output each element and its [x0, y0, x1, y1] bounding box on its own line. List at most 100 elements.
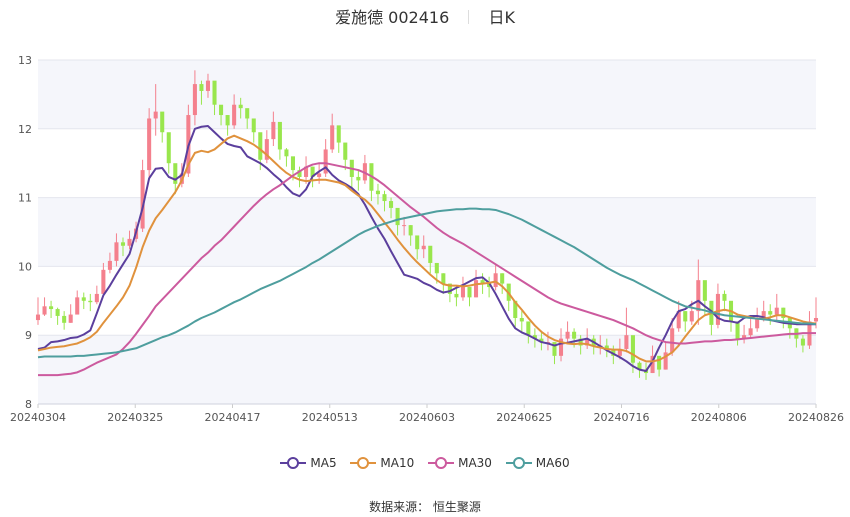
candle-body	[454, 293, 459, 298]
legend: MA5 MA10 MA30 MA60	[0, 456, 850, 473]
candle-body	[120, 242, 126, 246]
candle-body	[271, 121, 276, 140]
candle-body	[114, 242, 119, 261]
x-tick-label: 20240806	[691, 411, 747, 424]
candle-body	[500, 273, 505, 284]
candle-body	[212, 80, 217, 105]
legend-marker-ma5	[280, 456, 307, 470]
candle-body	[565, 331, 570, 339]
candlestick-chart: 8 9 10 11 12 13 20240304 20240325 20240417 202405…	[10, 54, 844, 424]
source-label: 数据来源：	[369, 500, 430, 514]
candle-body	[441, 273, 446, 284]
candle-body	[683, 311, 688, 322]
data-source: 数据来源： 恒生聚源	[0, 498, 850, 515]
candle-body	[147, 118, 152, 171]
legend-marker-ma10	[350, 456, 377, 470]
candle-body	[290, 156, 296, 171]
candle-body	[35, 314, 41, 321]
candle-body	[127, 238, 132, 246]
y-tick-label: 12	[18, 123, 32, 136]
candle-body	[702, 280, 707, 301]
candle-body	[336, 125, 341, 143]
candle-body	[696, 280, 701, 312]
candle-body	[572, 331, 577, 339]
legend-item-ma30[interactable]: MA30	[428, 456, 492, 470]
candle-body	[715, 293, 720, 325]
y-tick-label: 13	[18, 54, 32, 67]
x-tick-label: 20240325	[107, 411, 163, 424]
candle-body	[670, 328, 675, 353]
candle-body	[219, 104, 224, 116]
candle-body	[258, 132, 263, 160]
candle-body	[395, 207, 400, 226]
candle-body	[768, 311, 773, 315]
candle-body	[232, 104, 237, 126]
candle-body	[55, 309, 60, 316]
y-tick-label: 10	[18, 260, 32, 273]
candle-body	[284, 149, 289, 157]
candle-body	[402, 225, 407, 227]
candle-body	[519, 318, 524, 322]
candle-body	[630, 335, 635, 363]
candle-body	[49, 306, 54, 310]
legend-label-ma10: MA10	[380, 456, 415, 470]
candle-body	[173, 163, 178, 184]
candle-body	[526, 321, 531, 336]
candle-body	[460, 287, 465, 298]
legend-item-ma10[interactable]: MA10	[350, 456, 414, 470]
candle-body	[205, 80, 211, 91]
candle-body	[88, 300, 93, 303]
candle-body	[238, 104, 243, 109]
candle-body	[657, 355, 662, 370]
candle-body	[42, 306, 47, 315]
candle-body	[467, 287, 472, 298]
candle-body	[199, 84, 204, 91]
legend-marker-ma60	[505, 456, 532, 470]
legend-item-ma5[interactable]: MA5	[280, 456, 337, 470]
candle-body	[343, 142, 348, 160]
candle-body	[81, 297, 86, 301]
candle-body	[107, 260, 112, 270]
legend-label-ma30: MA30	[458, 456, 492, 470]
candle-body	[277, 121, 282, 150]
candle-body	[800, 338, 805, 346]
candle-body	[689, 311, 694, 322]
candle-body	[62, 315, 67, 323]
legend-label-ma60: MA60	[535, 456, 570, 470]
candle-body	[251, 118, 256, 133]
candle-body	[748, 328, 753, 336]
candle-body	[192, 84, 197, 116]
candle-body	[317, 173, 322, 177]
candle-body	[68, 314, 73, 323]
candle-body	[813, 318, 819, 322]
candle-body	[166, 132, 171, 164]
candle-body	[330, 125, 335, 150]
candle-body	[434, 262, 439, 274]
x-tick-label: 20240417	[205, 411, 261, 424]
grid-band	[38, 60, 816, 129]
source-provider: 恒生聚源	[432, 500, 481, 514]
x-tick-label: 20240304	[10, 411, 66, 424]
candle-body	[421, 245, 426, 250]
y-tick-label: 11	[18, 192, 32, 205]
candle-body	[722, 293, 727, 301]
candle-body	[225, 115, 230, 126]
candle-body	[415, 235, 420, 250]
candle-body	[375, 190, 380, 195]
candle-body	[474, 280, 479, 298]
candle-body	[75, 297, 80, 315]
candle-body	[153, 111, 158, 119]
candle-body	[160, 111, 165, 133]
candle-body	[382, 194, 387, 202]
legend-item-ma60[interactable]: MA60	[505, 456, 570, 470]
candle-body	[389, 201, 394, 208]
candle-body	[624, 335, 629, 349]
grid-band	[38, 335, 816, 404]
x-tick-label: 20240716	[594, 411, 650, 424]
candle-body	[101, 269, 106, 294]
candle-body	[94, 293, 99, 303]
candle-body	[356, 176, 361, 181]
y-tick-label: 9	[25, 329, 32, 342]
candle-body	[408, 225, 413, 236]
x-tick-label: 20240513	[302, 411, 358, 424]
